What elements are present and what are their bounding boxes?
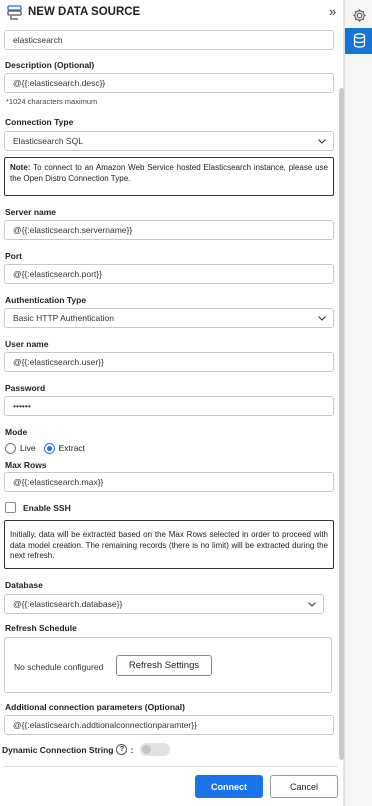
password-label: Password: [5, 383, 46, 393]
dynamic-connection-toggle[interactable]: [140, 743, 171, 756]
user-name-input[interactable]: @{{:elasticsearch.user}}: [4, 352, 334, 372]
schedule-status: No schedule configured: [14, 662, 104, 672]
auth-type-label: Authentication Type: [5, 295, 87, 305]
additional-params-label: Additional connection parameters (Option…: [5, 702, 185, 712]
description-input[interactable]: @{{:elasticsearch.desc}}: [4, 73, 334, 93]
help-icon[interactable]: ?: [116, 744, 128, 755]
connection-type-select[interactable]: Elasticsearch SQL: [4, 131, 334, 151]
radio-live[interactable]: [5, 442, 16, 454]
aws-note: Note: To connect to an Amazon Web Servic…: [4, 157, 334, 196]
right-toolbar: [344, 0, 372, 806]
collapse-panel-button[interactable]: »: [329, 4, 336, 19]
dynamic-connection-colon: :: [130, 744, 134, 755]
extract-info-note: Initially, data will be extracted based …: [4, 520, 334, 569]
database-select[interactable]: @{{:elasticsearch.database}}: [4, 594, 324, 614]
data-source-tab-button[interactable]: [345, 28, 372, 54]
connect-button[interactable]: Connect: [195, 775, 263, 798]
panel-title: NEW DATA SOURCE: [28, 6, 141, 18]
chevron-down-icon: [317, 313, 327, 323]
enable-ssh-row[interactable]: Enable SSH: [5, 502, 71, 513]
footer-divider: [4, 766, 338, 767]
refresh-settings-button[interactable]: Refresh Settings: [116, 655, 212, 676]
data-source-icon: [7, 5, 22, 20]
connection-type-value: Elasticsearch SQL: [13, 136, 83, 146]
panel-header: NEW DATA SOURCE »: [0, 0, 344, 25]
chevron-down-icon: [317, 136, 327, 146]
note-bold-label: Note:: [10, 163, 31, 172]
server-name-input[interactable]: @{{:elasticsearch.servername}}: [4, 220, 334, 240]
max-rows-input[interactable]: @{{:elasticsearch.max}}: [4, 472, 334, 492]
additional-params-input[interactable]: @{{:elasticsearch.addtionalconnectionpar…: [4, 715, 334, 735]
port-label: Port: [5, 251, 22, 261]
refresh-schedule-label: Refresh Schedule: [5, 623, 77, 633]
refresh-schedule-box: No schedule configured Refresh Settings: [4, 637, 332, 693]
server-name-label: Server name: [5, 207, 57, 217]
user-name-label: User name: [5, 339, 49, 349]
mode-radio-group: Live Extract: [5, 442, 93, 454]
connection-type-label: Connection Type: [5, 117, 74, 127]
settings-button[interactable]: [345, 3, 372, 29]
chevron-down-icon: [307, 599, 317, 609]
new-data-source-panel: NEW DATA SOURCE » elasticsearch Descript…: [0, 0, 344, 806]
gear-icon: [352, 8, 367, 25]
database-icon: [353, 32, 366, 50]
port-input[interactable]: @{{:elasticsearch.port}}: [4, 264, 334, 284]
mode-live-option[interactable]: Live: [5, 442, 36, 454]
radio-live-label: Live: [20, 443, 36, 453]
mode-label: Mode: [5, 427, 28, 437]
note-text: To connect to an Amazon Web Service host…: [10, 163, 328, 183]
database-label: Database: [5, 580, 43, 590]
description-hint: *1024 characters maximum: [6, 97, 98, 106]
description-label: Description (Optional): [5, 60, 95, 70]
mode-extract-option[interactable]: Extract: [43, 442, 86, 454]
max-rows-label: Max Rows: [5, 460, 47, 470]
enable-ssh-checkbox[interactable]: [5, 502, 16, 513]
radio-extract[interactable]: [43, 442, 55, 454]
auth-type-select[interactable]: Basic HTTP Authentication: [4, 308, 334, 328]
radio-extract-label: Extract: [58, 443, 86, 453]
enable-ssh-label: Enable SSH: [23, 502, 71, 513]
cancel-button[interactable]: Cancel: [270, 775, 338, 798]
auth-type-value: Basic HTTP Authentication: [13, 313, 114, 323]
dynamic-connection-label: Dynamic Connection String: [2, 744, 114, 755]
datasource-name-input[interactable]: elasticsearch: [4, 30, 334, 50]
database-value: @{{:elasticsearch.database}}: [13, 599, 123, 609]
dynamic-connection-row: Dynamic Connection String ? :: [2, 743, 171, 756]
password-input[interactable]: ••••••: [4, 396, 334, 416]
